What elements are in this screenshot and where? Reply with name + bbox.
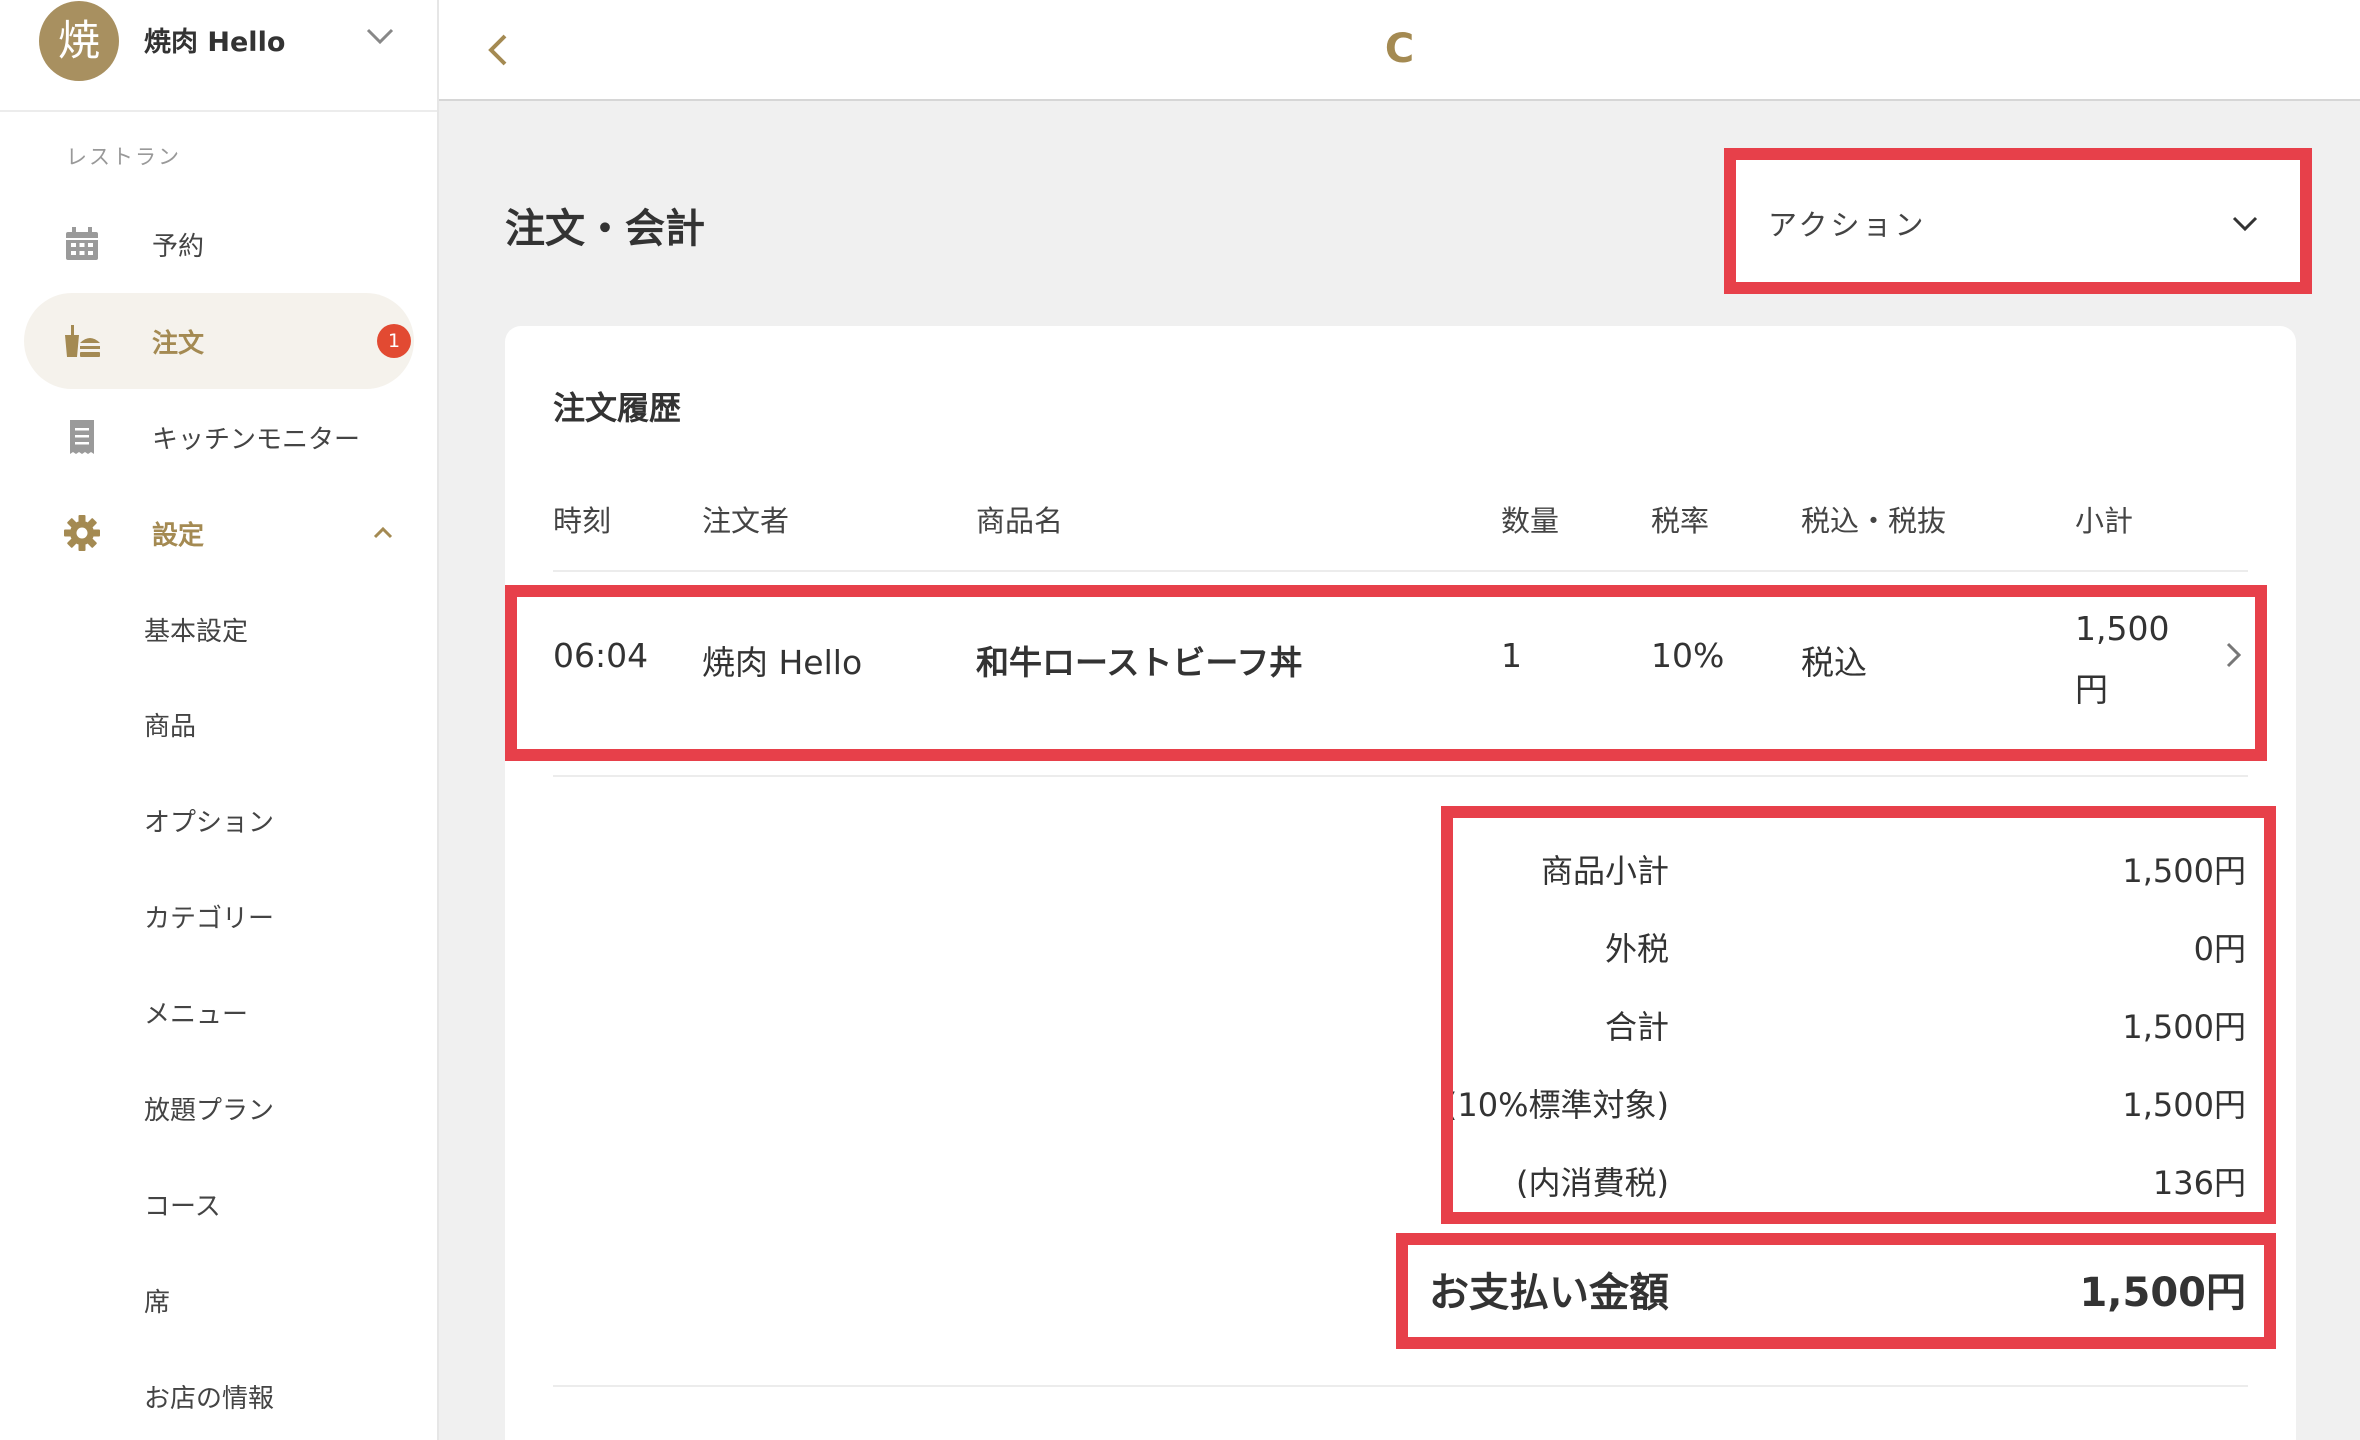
sidebar-subitem-shop-info[interactable]: お店の情報 bbox=[144, 1378, 274, 1415]
sidebar-subitem-seats[interactable]: 席 bbox=[144, 1282, 170, 1319]
receipt-icon bbox=[70, 420, 94, 454]
sidebar-item-label: 注文 bbox=[152, 329, 205, 359]
chevron-up-icon[interactable] bbox=[369, 519, 397, 547]
top-bar: C bbox=[439, 0, 2360, 101]
divider bbox=[553, 775, 2248, 777]
sidebar-item-reservation[interactable]: 予約 bbox=[24, 196, 414, 292]
sidebar-subitem-basic-settings[interactable]: 基本設定 bbox=[144, 611, 248, 648]
order-history-title: 注文履歴 bbox=[553, 389, 682, 427]
notification-badge: 1 bbox=[377, 324, 411, 358]
sidebar-subitem-menu[interactable]: メニュー bbox=[144, 994, 248, 1031]
divider bbox=[553, 570, 2248, 572]
column-header-customer: 注文者 bbox=[702, 504, 790, 538]
shop-name: 焼肉 Hello bbox=[144, 27, 286, 58]
sidebar-item-order[interactable]: 注文 1 bbox=[24, 293, 414, 389]
highlight-box bbox=[1724, 148, 2312, 294]
avatar: 焼 bbox=[39, 1, 119, 81]
sidebar-item-label: キッチンモニター bbox=[152, 425, 361, 455]
column-header-tax-rate: 税率 bbox=[1651, 504, 1710, 538]
column-header-time: 時刻 bbox=[553, 504, 612, 538]
column-header-quantity: 数量 bbox=[1501, 504, 1560, 538]
shop-switcher[interactable]: 焼 焼肉 Hello bbox=[0, 0, 437, 112]
highlight-box bbox=[505, 585, 2267, 761]
column-header-product: 商品名 bbox=[976, 504, 1064, 538]
sidebar-subitem-categories[interactable]: カテゴリー bbox=[144, 898, 274, 935]
highlight-box bbox=[1396, 1233, 2276, 1349]
column-header-tax-type: 税込・税抜 bbox=[1801, 504, 1947, 538]
sidebar-item-label: 設定 bbox=[152, 521, 205, 551]
sidebar-item-kitchen-monitor[interactable]: キッチンモニター bbox=[24, 389, 414, 485]
sidebar-subitem-products[interactable]: 商品 bbox=[144, 706, 196, 743]
divider bbox=[553, 1385, 2248, 1387]
gear-icon bbox=[64, 515, 100, 551]
calendar-icon bbox=[66, 227, 98, 260]
sidebar-subitem-all-you-can-plan[interactable]: 放題プラン bbox=[144, 1090, 274, 1127]
table-title: C bbox=[1384, 26, 1415, 72]
fastfood-icon bbox=[65, 325, 100, 357]
sidebar-item-settings[interactable]: 設定 bbox=[24, 485, 414, 581]
sidebar-item-label: 予約 bbox=[152, 232, 205, 262]
sidebar-subitem-options[interactable]: オプション bbox=[144, 802, 274, 839]
page-title: 注文・会計 bbox=[505, 206, 705, 252]
section-label-restaurant: レストラン bbox=[66, 145, 181, 169]
sidebar: 焼 焼肉 Hello レストラン 予約 注文 1 キッチンモニター 設定 基本設… bbox=[0, 0, 439, 1440]
highlight-box bbox=[1441, 806, 2276, 1224]
column-header-subtotal: 小計 bbox=[2075, 504, 2134, 538]
chevron-down-icon[interactable] bbox=[364, 20, 396, 52]
sidebar-subitem-course[interactable]: コース bbox=[144, 1186, 221, 1223]
